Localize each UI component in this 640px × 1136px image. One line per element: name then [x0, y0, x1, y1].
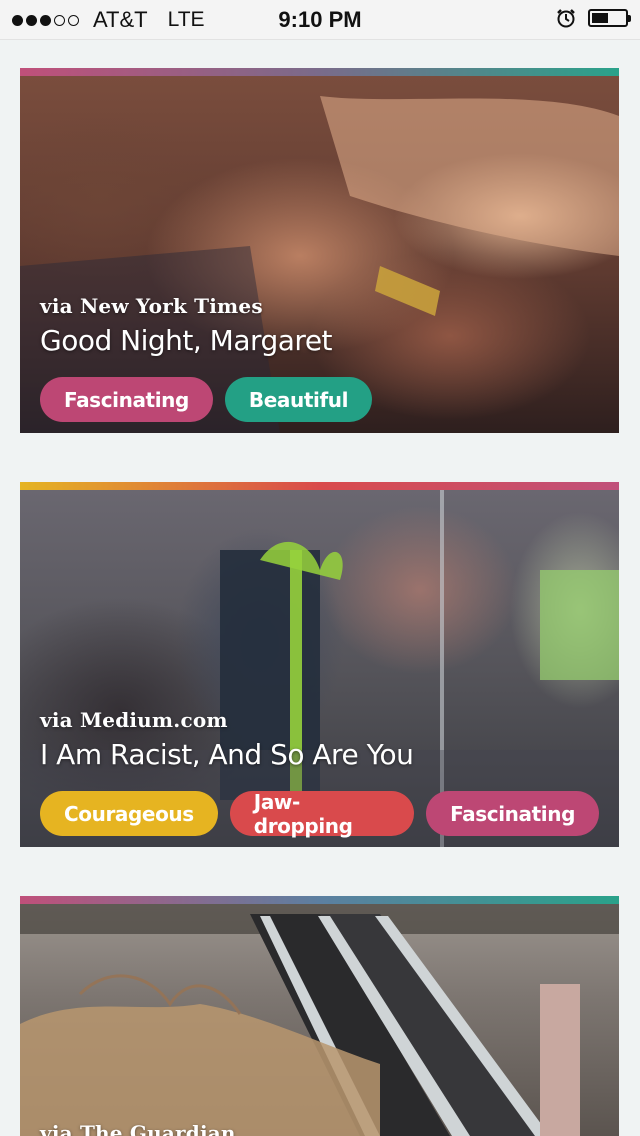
card-accent-bar [20, 482, 619, 490]
tag-beautiful[interactable]: Beautiful [224, 377, 373, 422]
status-bar: AT&T LTE 9:10 PM [0, 0, 640, 40]
card-tags: Fascinating Beautiful [40, 377, 599, 422]
tag-jaw-dropping[interactable]: Jaw-dropping [229, 790, 415, 838]
card-image-gift: via Medium.com I Am Racist, And So Are Y… [20, 490, 619, 847]
card-source: via New York Times [40, 294, 263, 318]
card-title[interactable]: Good Night, Margaret [40, 324, 599, 357]
feed-card-2[interactable]: via Medium.com I Am Racist, And So Are Y… [20, 482, 619, 847]
tag-fascinating[interactable]: Fascinating [40, 377, 213, 422]
card-image-escalator: via The Guardian [20, 904, 619, 1136]
feed-card-3[interactable]: via The Guardian [20, 896, 619, 1136]
status-right [556, 8, 631, 28]
escalator-scene [20, 904, 619, 1136]
tag-fascinating[interactable]: Fascinating [426, 791, 599, 836]
card-image-hands: via New York Times Good Night, Margaret … [20, 76, 619, 433]
card-source: via Medium.com [40, 708, 228, 732]
battery-level [592, 13, 609, 23]
card-text: via Medium.com I Am Racist, And So Are Y… [40, 708, 599, 838]
card-title[interactable]: I Am Racist, And So Are You [40, 738, 599, 771]
status-time: 9:10 PM [278, 7, 362, 32]
battery-icon [588, 9, 631, 27]
alarm-icon [557, 9, 575, 28]
card-text: via The Guardian [40, 1121, 599, 1136]
card-source: via The Guardian [40, 1121, 236, 1136]
card-accent-bar [20, 896, 619, 904]
tag-courageous[interactable]: Courageous [40, 791, 218, 836]
card-text: via New York Times Good Night, Margaret … [40, 294, 599, 422]
card-tags: Courageous Jaw-dropping Fascinating [40, 790, 599, 838]
card-accent-bar [20, 68, 619, 76]
feed-card-1[interactable]: via New York Times Good Night, Margaret … [20, 68, 619, 433]
